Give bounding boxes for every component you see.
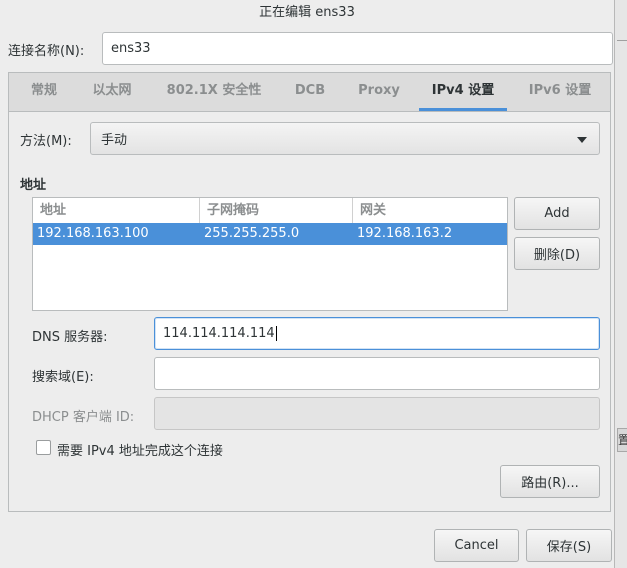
connection-name-label: 连接名称(N): (8, 44, 85, 59)
routes-button[interactable]: 路由(R)... (500, 465, 600, 498)
cell-netmask[interactable]: 255.255.255.0 (200, 223, 353, 245)
tab-general[interactable]: 常规 (23, 73, 65, 111)
tab-dcb[interactable]: DCB (287, 73, 333, 111)
addresses-section-title: 地址 (20, 178, 47, 193)
dhcp-client-id-label: DHCP 客户端 ID: (32, 410, 135, 425)
require-ipv4-label[interactable]: 需要 IPv4 地址完成这个连接 (57, 440, 223, 459)
tab-ipv6-settings[interactable]: IPv6 设置 (519, 73, 601, 111)
method-select[interactable]: 手动 (90, 122, 600, 155)
tab-ipv4-settings[interactable]: IPv4 设置 (419, 73, 507, 111)
text-cursor (275, 326, 277, 341)
column-header-address[interactable]: 地址 (33, 198, 199, 223)
table-row[interactable]: 192.168.163.100 255.255.255.0 192.168.16… (33, 223, 507, 245)
require-ipv4-checkbox[interactable] (36, 440, 51, 455)
cell-gateway[interactable]: 192.168.163.2 (353, 223, 507, 245)
save-button[interactable]: 保存(S) (526, 529, 612, 562)
background-divider (617, 40, 627, 51)
dns-servers-value: 114.114.114.114 (163, 326, 275, 341)
connection-name-input[interactable]: ens33 (102, 32, 613, 65)
background-window (614, 0, 627, 568)
cell-address[interactable]: 192.168.163.100 (33, 223, 199, 245)
search-domains-input[interactable] (154, 357, 600, 390)
edit-connection-dialog: 正在编辑 ens33 连接名称(N): ens33 常规 以太网 802.1X … (0, 0, 614, 568)
cancel-button[interactable]: Cancel (434, 529, 519, 562)
add-address-button[interactable]: Add (514, 197, 600, 230)
search-domains-label: 搜索域(E): (32, 370, 94, 385)
column-header-gateway[interactable]: 网关 (352, 198, 507, 223)
dns-servers-input[interactable]: 114.114.114.114 (154, 317, 600, 350)
dns-label: DNS 服务器: (32, 330, 108, 345)
addresses-table[interactable]: 地址 子网掩码 网关 192.168.163.100 255.255.255.0… (32, 197, 508, 311)
tab-ethernet[interactable]: 以太网 (85, 73, 139, 111)
tab-proxy[interactable]: Proxy (349, 73, 409, 111)
column-header-netmask[interactable]: 子网掩码 (199, 198, 352, 223)
tab-bar: 常规 以太网 802.1X 安全性 DCB Proxy IPv4 设置 IPv6… (9, 73, 610, 112)
dialog-title: 正在编辑 ens33 (259, 5, 355, 20)
dhcp-client-id-input (154, 397, 600, 430)
method-label: 方法(M): (20, 134, 72, 149)
delete-address-button[interactable]: 删除(D) (514, 237, 600, 270)
addresses-table-header: 地址 子网掩码 网关 (33, 198, 507, 224)
chevron-down-icon (577, 137, 587, 143)
connection-name-value: ens33 (111, 41, 151, 56)
method-value: 手动 (101, 133, 128, 148)
tab-8021x-security[interactable]: 802.1X 安全性 (159, 73, 269, 111)
background-partial-label: 置 (617, 428, 627, 452)
